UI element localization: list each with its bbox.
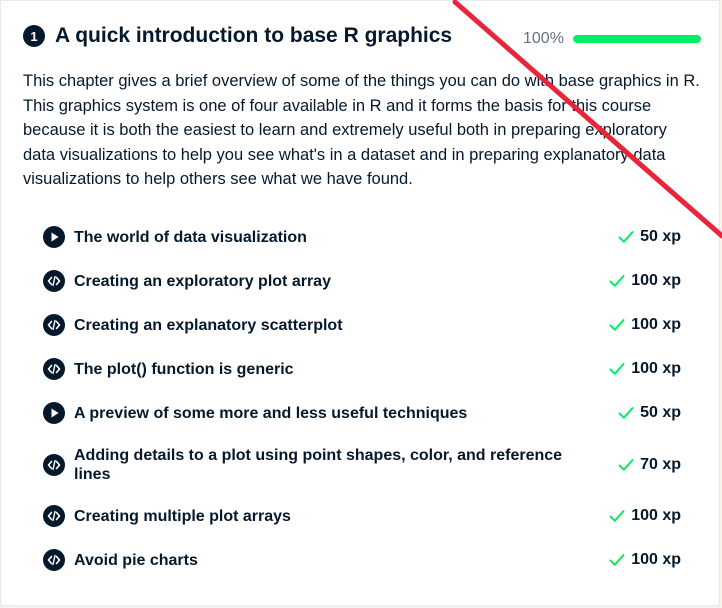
- exercise-xp: 100 xp: [609, 360, 681, 378]
- exercise-xp: 100 xp: [609, 316, 681, 334]
- checkmark-icon: [609, 274, 625, 288]
- progress-percent: 100%: [523, 30, 564, 47]
- chapter-header: 1 A quick introduction to base R graphic…: [23, 23, 701, 53]
- checkmark-icon: [609, 318, 625, 332]
- exercise-item[interactable]: Creating multiple plot arrays 100 xp: [43, 498, 683, 534]
- exercise-item[interactable]: A preview of some more and less useful t…: [43, 395, 683, 431]
- exercise-xp-value: 100 xp: [631, 360, 681, 377]
- exercise-title: Creating an explanatory scatterplot: [74, 316, 343, 334]
- exercise-xp-value: 50 xp: [640, 228, 681, 245]
- exercise-xp: 50 xp: [618, 404, 681, 422]
- code-icon: [43, 549, 65, 571]
- code-icon: [43, 505, 65, 527]
- checkmark-icon: [609, 362, 625, 376]
- exercise-title: The world of data visualization: [74, 228, 307, 246]
- exercise-xp-value: 100 xp: [631, 316, 681, 333]
- exercise-xp-value: 70 xp: [640, 456, 681, 473]
- exercise-item[interactable]: The world of data visualization 50 xp: [43, 219, 683, 255]
- exercise-xp-value: 100 xp: [631, 507, 681, 524]
- play-icon: [43, 402, 65, 424]
- chapter-title[interactable]: A quick introduction to base R graphics: [55, 23, 452, 49]
- exercise-xp-value: 100 xp: [631, 272, 681, 289]
- chapter-card: 1 A quick introduction to base R graphic…: [0, 0, 720, 606]
- exercise-item[interactable]: Adding details to a plot using point sha…: [43, 437, 683, 493]
- code-icon: [43, 454, 65, 476]
- progress-bar-fill: [573, 35, 701, 43]
- code-icon: [43, 358, 65, 380]
- exercise-title: Avoid pie charts: [74, 551, 198, 569]
- checkmark-icon: [618, 458, 634, 472]
- exercise-title: Creating multiple plot arrays: [74, 507, 291, 525]
- checkmark-icon: [609, 509, 625, 523]
- exercise-item[interactable]: Creating an exploratory plot array 100 xp: [43, 263, 683, 299]
- checkmark-icon: [609, 553, 625, 567]
- checkmark-icon: [618, 230, 634, 244]
- exercise-title: Adding details to a plot using point sha…: [74, 447, 563, 483]
- exercise-item[interactable]: Avoid pie charts 100 xp: [43, 542, 683, 578]
- exercise-title: The plot() function is generic: [74, 360, 294, 378]
- exercise-xp-value: 50 xp: [640, 404, 681, 421]
- chapter-number-badge: 1: [23, 25, 45, 47]
- exercise-xp: 100 xp: [609, 507, 681, 525]
- exercise-item[interactable]: The plot() function is generic 100 xp: [43, 351, 683, 387]
- exercise-xp-value: 100 xp: [631, 551, 681, 568]
- exercise-title: Creating an exploratory plot array: [74, 272, 331, 290]
- exercise-xp: 70 xp: [618, 456, 681, 474]
- chapter-description: This chapter gives a brief overview of s…: [23, 72, 700, 188]
- code-icon: [43, 270, 65, 292]
- exercise-item[interactable]: Creating an explanatory scatterplot 100 x…: [43, 307, 683, 343]
- exercise-xp: 100 xp: [609, 272, 681, 290]
- progress-bar: [573, 35, 701, 43]
- code-icon: [43, 314, 65, 336]
- play-icon: [43, 226, 65, 248]
- exercise-xp: 50 xp: [618, 228, 681, 246]
- exercise-title: A preview of some more and less useful t…: [74, 404, 468, 422]
- checkmark-icon: [618, 406, 634, 420]
- exercise-xp: 100 xp: [609, 551, 681, 569]
